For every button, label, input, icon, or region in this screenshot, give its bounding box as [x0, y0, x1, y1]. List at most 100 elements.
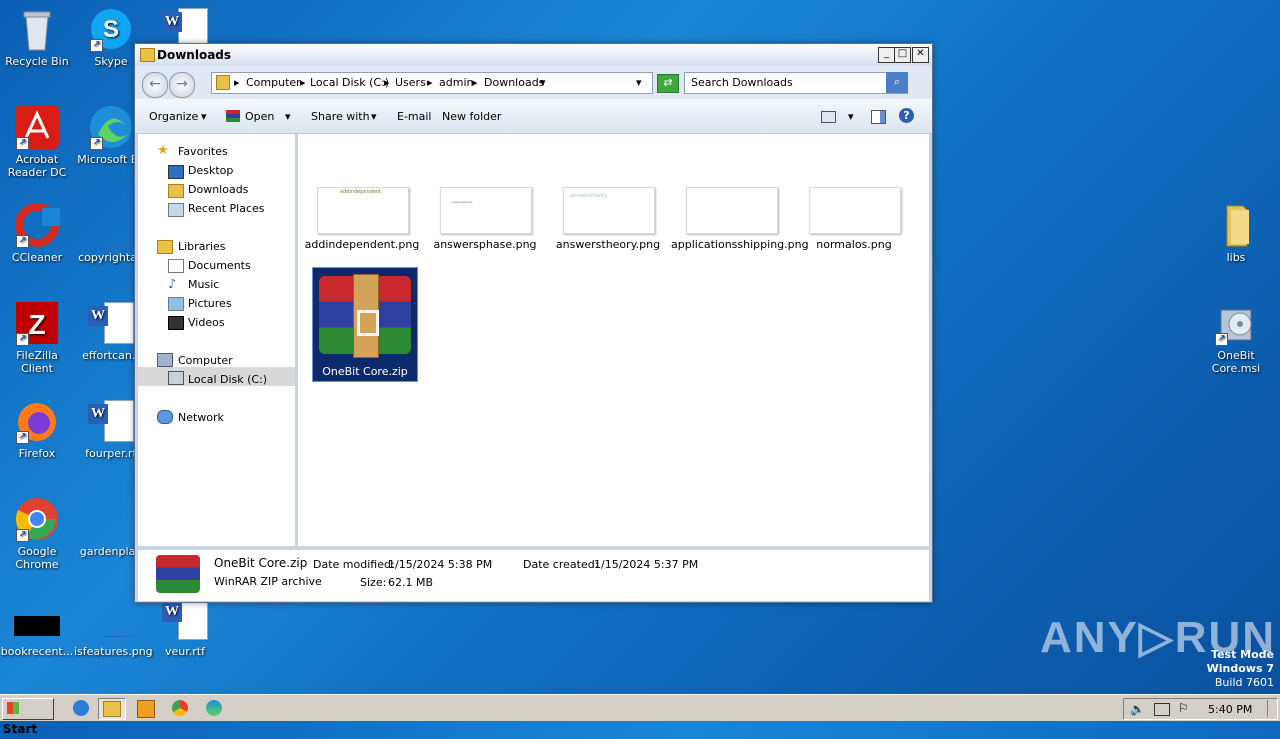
search-input[interactable]: Search Downloads ⌕ — [684, 72, 908, 94]
details-modified-label: Date modified: — [313, 558, 395, 571]
breadcrumb[interactable]: ▸ Computer ▸ Local Disk (C:) ▸ Users ▸ a… — [211, 72, 653, 94]
desktop-icon-veur[interactable]: W veur.rtf — [148, 596, 222, 658]
desktop-icon-onebit-msi[interactable]: ↗ OneBit Core.msi — [1199, 300, 1273, 375]
desktop-icon-recycle-bin[interactable]: Recycle Bin — [0, 6, 74, 68]
breadcrumb-admin[interactable]: admin — [439, 76, 473, 89]
breadcrumb-chevron-icon: ▸ — [234, 76, 240, 89]
blank-file-icon — [88, 496, 134, 542]
desktop-icon-ccleaner[interactable]: ↗ CCleaner — [0, 202, 74, 264]
forward-button[interactable]: → — [169, 72, 195, 98]
title-bar[interactable]: Downloads _ □ ✕ — [135, 44, 932, 66]
file-name: applicationsshipping.png — [671, 238, 809, 251]
desktop-icon-label: gardenplan — [79, 545, 143, 558]
nav-favorites[interactable]: Favorites — [178, 145, 228, 158]
refresh-button[interactable]: ⇄ — [657, 74, 679, 93]
desktop-icon-label: libs — [1226, 251, 1246, 264]
star-icon: ★ — [157, 143, 169, 158]
desktop-icon-bookrecent[interactable]: bookrecent... — [0, 596, 74, 658]
desktop-icon-filezilla[interactable]: Z ↗ FileZilla Client — [0, 300, 74, 375]
organize-dropdown-icon[interactable]: ▾ — [201, 110, 207, 123]
help-icon[interactable]: ? — [899, 108, 914, 123]
close-button[interactable]: ✕ — [912, 47, 929, 63]
nav-computer[interactable]: Computer — [178, 354, 233, 367]
show-desktop-button[interactable] — [1267, 700, 1275, 717]
build-line: Build 7601 — [1214, 676, 1274, 689]
installer-icon: ↗ — [1213, 300, 1259, 346]
computer-icon — [157, 353, 173, 367]
new-folder-button[interactable]: New folder — [442, 110, 501, 123]
taskbar-chrome-icon[interactable] — [167, 698, 193, 718]
taskbar-explorer-icon[interactable] — [98, 698, 126, 720]
nav-videos[interactable]: Videos — [188, 316, 225, 329]
taskbar-edge-icon[interactable] — [201, 698, 227, 718]
back-button[interactable]: ← — [142, 72, 168, 98]
desktop-icon-libs[interactable]: libs — [1199, 202, 1273, 264]
thumbnail-text: answerstheory — [570, 193, 607, 199]
nav-network[interactable]: Network — [178, 411, 224, 424]
image-thumbnail: addindependent — [317, 187, 409, 234]
word-document-icon: W — [88, 300, 134, 346]
open-dropdown-icon[interactable]: ▾ — [285, 110, 291, 123]
action-center-flag-icon[interactable]: ⚐ — [1178, 701, 1189, 715]
desktop-icon-label: Google Chrome — [15, 545, 59, 571]
windows-logo-icon — [7, 702, 19, 714]
file-name: OneBit Core.zip — [322, 365, 408, 378]
desktop-icon-label: Skype — [94, 55, 128, 68]
desktop-icon-label: fourper.rt — [85, 447, 137, 460]
desktop-icon-label: Recycle Bin — [5, 55, 69, 68]
image-thumbnail: answerstheory — [563, 187, 655, 234]
desktop-icon-label: bookrecent... — [0, 645, 74, 658]
volume-icon[interactable]: 🔈 — [1130, 702, 1145, 716]
thumbnail-text: addindependent — [340, 189, 382, 195]
nav-libraries[interactable]: Libraries — [178, 240, 226, 253]
address-dropdown-icon[interactable]: ▾ — [636, 76, 642, 89]
network-tray-icon[interactable] — [1154, 703, 1170, 716]
desktop-icon-label: CCleaner — [11, 251, 63, 264]
nav-downloads[interactable]: Downloads — [188, 183, 248, 196]
nav-desktop[interactable]: Desktop — [188, 164, 233, 177]
chrome-icon: ↗ — [14, 496, 60, 542]
desktop-icon-acrobat[interactable]: ↗ Acrobat Reader DC — [0, 104, 74, 179]
view-options-icon[interactable] — [821, 111, 836, 123]
desktop-icon-label: veur.rtf — [165, 645, 205, 658]
nav-recent-places[interactable]: Recent Places — [188, 202, 265, 215]
downloads-folder-icon — [168, 184, 184, 198]
desktop-icon-chrome[interactable]: ↗ Google Chrome — [0, 496, 74, 571]
organize-menu[interactable]: Organize — [149, 110, 198, 123]
taskbar-media-player-icon[interactable] — [133, 698, 159, 718]
blank-file-icon — [88, 202, 136, 248]
nav-local-disk[interactable]: Local Disk (C:) — [188, 373, 267, 386]
file-item-selected[interactable]: OneBit Core.zip — [312, 267, 418, 382]
start-button[interactable]: Start — [2, 698, 54, 736]
view-dropdown-icon[interactable]: ▾ — [848, 110, 854, 123]
documents-icon — [168, 259, 184, 273]
breadcrumb-local-disk[interactable]: Local Disk (C:) — [310, 76, 389, 89]
minimize-button[interactable]: _ — [878, 47, 895, 63]
search-icon[interactable]: ⌕ — [886, 72, 908, 93]
breadcrumb-chevron-icon: ▸ — [427, 76, 433, 89]
breadcrumb-users[interactable]: Users — [395, 76, 426, 89]
preview-pane-icon[interactable] — [871, 110, 886, 124]
address-bar-area: ← → ▸ Computer ▸ Local Disk (C:) ▸ Users… — [135, 66, 932, 99]
clock[interactable]: 5:40 PM — [1208, 703, 1252, 716]
desktop-icon-label: effortcan.r — [82, 349, 140, 362]
taskbar-ie-icon[interactable] — [68, 698, 94, 718]
desktop-icon-word-top[interactable]: W — [148, 6, 222, 46]
skype-icon: S ↗ — [88, 6, 134, 52]
desktop-icon-isfeatures[interactable]: isfeatures.png — [74, 596, 153, 658]
desktop-icon-firefox[interactable]: ↗ Firefox — [0, 398, 74, 460]
breadcrumb-computer[interactable]: Computer — [246, 76, 301, 89]
share-dropdown-icon[interactable]: ▾ — [371, 110, 377, 123]
details-created-label: Date created: — [523, 558, 599, 571]
maximize-button[interactable]: □ — [894, 47, 911, 63]
nav-documents[interactable]: Documents — [188, 259, 251, 272]
email-button[interactable]: E-mail — [397, 110, 432, 123]
nav-music[interactable]: Music — [188, 278, 219, 291]
breadcrumb-downloads[interactable]: Downloads — [484, 76, 544, 89]
breadcrumb-chevron-icon: ▾ — [540, 76, 546, 89]
nav-pictures[interactable]: Pictures — [188, 297, 232, 310]
share-with-menu[interactable]: Share with — [311, 110, 370, 123]
open-button[interactable]: Open — [245, 110, 274, 123]
test-mode-label: Test Mode Windows 7 Build 7601 — [1207, 648, 1274, 690]
desktop-icon-label: OneBit Core.msi — [1211, 349, 1261, 375]
